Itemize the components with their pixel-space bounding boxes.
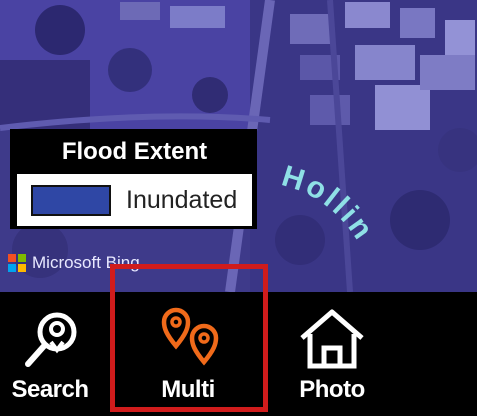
legend-title: Flood Extent [61, 138, 208, 165]
street-label: Hollin [278, 165, 381, 247]
search-pin-icon [25, 312, 77, 367]
legend-label-inundated: Inundated [126, 186, 238, 214]
photo-tool-label: Photo [299, 376, 365, 403]
legend-swatch-inundated [31, 185, 111, 216]
home-icon [300, 309, 364, 369]
selection-highlight [110, 264, 268, 412]
app-frame: Hollin Flood Extent Inundated Microsoft … [0, 0, 477, 416]
photo-tool-button[interactable]: Photo [262, 292, 402, 416]
svg-text:Hollin: Hollin [278, 165, 381, 247]
search-tool-label: Search [11, 376, 89, 403]
legend-item: Inundated [17, 174, 252, 226]
search-tool-button[interactable]: Search [0, 292, 120, 416]
map-legend: Flood Extent Inundated [10, 129, 257, 229]
microsoft-logo-icon [8, 254, 26, 272]
